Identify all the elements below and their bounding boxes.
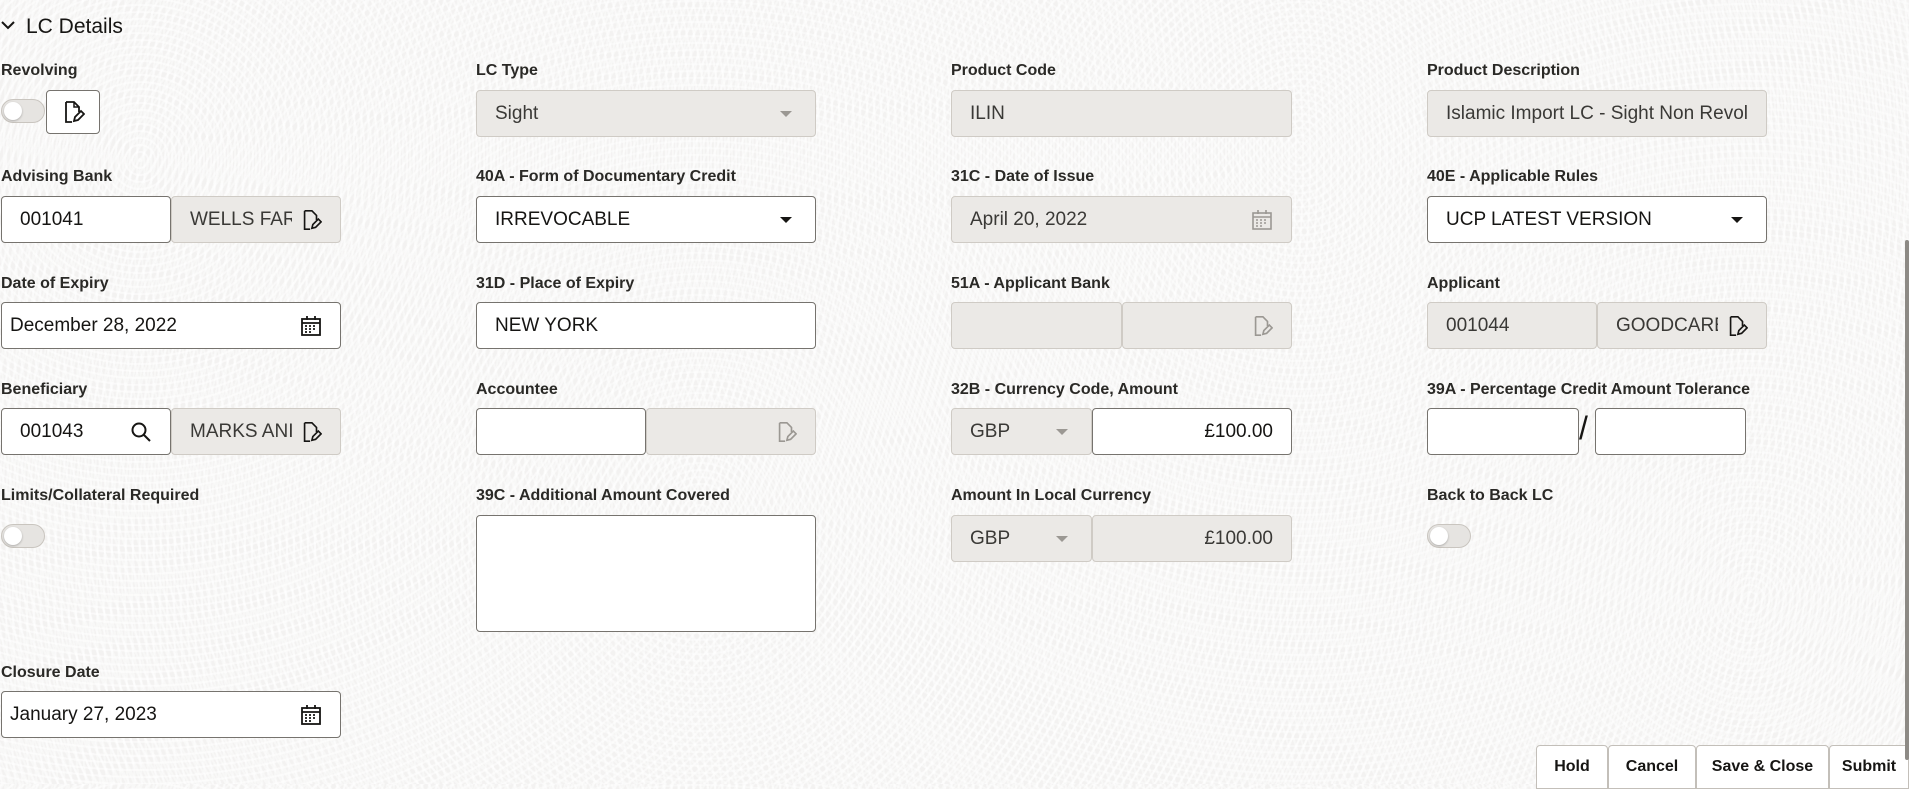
local-currency-code-value: GBP <box>970 527 1011 549</box>
local-currency-code-select: GBP <box>951 515 1092 562</box>
amount-input[interactable]: £100.00 <box>1092 408 1292 455</box>
caret-down-icon <box>775 209 797 231</box>
applicant-label: Applicant <box>1427 275 1500 292</box>
beneficiary-label: Beneficiary <box>1 381 88 398</box>
form-of-credit-label: 40A - Form of Documentary Credit <box>476 168 736 185</box>
accountee-label: Accountee <box>476 381 558 398</box>
advising-bank-name: WELLS FAR <box>190 208 292 230</box>
applicant-bank-label: 51A - Applicant Bank <box>951 275 1110 292</box>
back-to-back-label: Back to Back LC <box>1427 487 1554 504</box>
product-description-field: Islamic Import LC - Sight Non Revol <box>1427 90 1767 137</box>
limits-collateral-label: Limits/Collateral Required <box>1 487 200 504</box>
submit-button[interactable]: Submit <box>1829 745 1909 789</box>
product-code-value: ILIN <box>970 102 1005 124</box>
date-of-expiry-input[interactable]: December 28, 2022 <box>1 302 341 349</box>
toggle-knob <box>1430 527 1448 545</box>
closure-date-input[interactable]: January 27, 2023 <box>1 691 341 738</box>
section-header-lc-details[interactable]: LC Details <box>0 10 123 44</box>
beneficiary-code: 001043 <box>20 420 84 442</box>
edit-document-icon <box>1251 315 1273 337</box>
accountee-code-input[interactable] <box>476 408 646 455</box>
edit-document-icon[interactable] <box>300 421 322 443</box>
additional-amount-label: 39C - Additional Amount Covered <box>476 487 730 504</box>
edit-document-icon <box>65 101 85 123</box>
additional-amount-textarea[interactable] <box>476 515 816 632</box>
applicant-name-field[interactable]: GOODCARE <box>1597 302 1767 349</box>
caret-down-icon <box>775 103 797 125</box>
local-currency-label: Amount In Local Currency <box>951 487 1152 504</box>
vertical-scrollbar[interactable] <box>1905 240 1909 760</box>
beneficiary-name: MARKS ANI <box>190 420 292 442</box>
advising-bank-code: 001041 <box>20 208 84 230</box>
edit-document-icon[interactable] <box>300 209 322 231</box>
applicant-code: 001044 <box>1446 314 1510 336</box>
accountee-name-field <box>646 408 816 455</box>
save-close-button[interactable]: Save & Close <box>1696 745 1829 789</box>
applicable-rules-label: 40E - Applicable Rules <box>1427 168 1599 185</box>
tolerance-separator: / <box>1579 410 1588 446</box>
edit-document-icon[interactable] <box>1726 315 1748 337</box>
caret-down-icon <box>1051 421 1073 443</box>
applicable-rules-select[interactable]: UCP LATEST VERSION <box>1427 196 1767 243</box>
currency-amount-label: 32B - Currency Code, Amount <box>951 381 1178 398</box>
limits-collateral-toggle[interactable] <box>1 524 45 548</box>
local-amount-field: £100.00 <box>1092 515 1292 562</box>
caret-down-icon <box>1726 209 1748 231</box>
lc-type-select[interactable]: Sight <box>476 90 816 137</box>
product-description-label: Product Description <box>1427 62 1580 79</box>
closure-date-value: January 27, 2023 <box>10 703 157 725</box>
revolving-toggle[interactable] <box>1 99 45 123</box>
chevron-down-icon[interactable] <box>0 17 16 38</box>
calendar-icon <box>1251 209 1273 231</box>
date-of-issue-label: 31C - Date of Issue <box>951 168 1095 185</box>
applicant-name: GOODCARE <box>1616 314 1718 336</box>
applicant-code-field: 001044 <box>1427 302 1597 349</box>
advising-bank-code-input[interactable]: 001041 <box>1 196 171 243</box>
form-of-credit-value: IRREVOCABLE <box>495 208 631 230</box>
caret-down-icon <box>1051 528 1073 550</box>
search-icon[interactable] <box>130 421 152 443</box>
cancel-button[interactable]: Cancel <box>1608 745 1696 789</box>
place-of-expiry-label: 31D - Place of Expiry <box>476 275 635 292</box>
tolerance-minus-input[interactable] <box>1595 408 1746 455</box>
lc-type-value: Sight <box>495 102 539 124</box>
place-of-expiry-value: NEW YORK <box>495 314 599 336</box>
lc-type-label: LC Type <box>476 62 538 79</box>
applicant-bank-code-field <box>951 302 1122 349</box>
section-title: LC Details <box>26 15 123 38</box>
edit-document-icon <box>775 421 797 443</box>
back-to-back-toggle[interactable] <box>1427 524 1471 548</box>
toggle-knob <box>4 527 22 545</box>
date-of-issue-field: April 20, 2022 <box>951 196 1292 243</box>
tolerance-plus-input[interactable] <box>1427 408 1579 455</box>
revolving-label: Revolving <box>1 62 78 79</box>
calendar-icon[interactable] <box>300 704 322 726</box>
date-of-issue-value: April 20, 2022 <box>970 208 1088 230</box>
date-of-expiry-label: Date of Expiry <box>1 275 109 292</box>
place-of-expiry-input[interactable]: NEW YORK <box>476 302 816 349</box>
advising-bank-label: Advising Bank <box>1 168 113 185</box>
applicable-rules-value: UCP LATEST VERSION <box>1446 208 1652 230</box>
form-of-credit-select[interactable]: IRREVOCABLE <box>476 196 816 243</box>
amount-value: £100.00 <box>1204 420 1273 442</box>
currency-code-select: GBP <box>951 408 1092 455</box>
currency-code-value: GBP <box>970 420 1011 442</box>
date-of-expiry-value: December 28, 2022 <box>10 314 177 336</box>
beneficiary-code-input[interactable]: 001043 <box>1 408 171 455</box>
toggle-knob <box>4 102 22 120</box>
advising-bank-name-field[interactable]: WELLS FAR <box>171 196 341 243</box>
tolerance-label: 39A - Percentage Credit Amount Tolerance <box>1427 381 1751 398</box>
product-description-value: Islamic Import LC - Sight Non Revol <box>1446 102 1748 124</box>
beneficiary-name-field[interactable]: MARKS ANI <box>171 408 341 455</box>
product-code-label: Product Code <box>951 62 1056 79</box>
hold-button[interactable]: Hold <box>1536 745 1608 789</box>
product-code-field: ILIN <box>951 90 1292 137</box>
calendar-icon[interactable] <box>300 315 322 337</box>
applicant-bank-name-field <box>1122 302 1292 349</box>
local-amount-value: £100.00 <box>1204 527 1273 549</box>
revolving-edit-button[interactable] <box>46 90 100 134</box>
closure-date-label: Closure Date <box>1 664 100 681</box>
